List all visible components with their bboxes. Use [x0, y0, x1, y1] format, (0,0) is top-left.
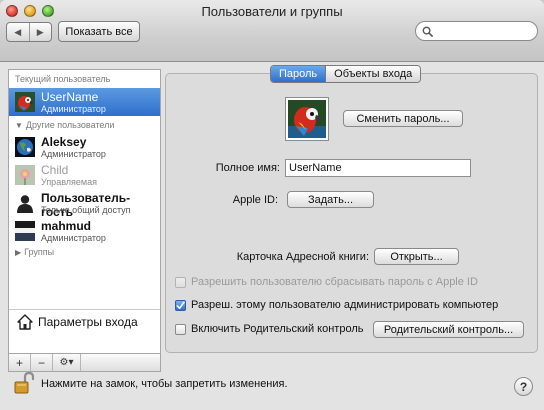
- search-field[interactable]: [415, 21, 538, 41]
- user-row-current[interactable]: UserName Администратор: [9, 88, 160, 116]
- flower-icon: [15, 165, 35, 185]
- admin-row: Разреш. этому пользователю администриров…: [175, 299, 498, 311]
- user-row-aleksey[interactable]: Aleksey Администратор: [9, 133, 160, 161]
- user-name: mahmud: [41, 219, 92, 233]
- parrot-avatar-icon: [15, 92, 35, 112]
- user-name: UserName: [41, 90, 99, 104]
- preferences-window: Пользователи и группы ◀ ▶ Показать все Т…: [0, 0, 544, 410]
- tab-password[interactable]: Пароль: [271, 66, 326, 82]
- change-password-button[interactable]: Сменить пароль...: [343, 110, 463, 127]
- search-input[interactable]: [436, 25, 536, 37]
- forward-arrow-icon[interactable]: ▶: [28, 23, 52, 41]
- login-options-item[interactable]: Параметры входа: [9, 309, 160, 333]
- back-forward-control: ◀ ▶: [6, 22, 52, 42]
- unlocked-padlock-icon[interactable]: [14, 371, 34, 395]
- user-row-mahmud[interactable]: mahmud Администратор: [9, 217, 160, 245]
- lock-message: Нажмите на замок, чтобы запретить измене…: [41, 378, 288, 390]
- other-users-header[interactable]: ▼ Другие пользователи: [15, 120, 114, 130]
- user-role: Администратор: [41, 233, 106, 243]
- user-role: Только общий доступ: [41, 205, 131, 215]
- tab-login-items[interactable]: Объекты входа: [325, 66, 421, 82]
- title-bar: Пользователи и группы ◀ ▶ Показать все: [0, 0, 544, 62]
- user-row-guest[interactable]: Пользователь-гость Только общий доступ: [9, 189, 160, 219]
- help-button[interactable]: ?: [514, 377, 533, 396]
- user-role: Администратор: [41, 104, 106, 114]
- admin-label: Разреш. этому пользователю администриров…: [191, 299, 499, 311]
- disclosure-open-icon: ▼: [15, 120, 23, 130]
- apple-id-label: Apple ID:: [232, 194, 278, 206]
- login-options-label: Параметры входа: [38, 314, 138, 329]
- sidebar-button-bar: + − ⚙▾: [8, 353, 161, 372]
- admin-checkbox[interactable]: [175, 299, 186, 311]
- user-picture[interactable]: [285, 97, 329, 141]
- user-role: Администратор: [41, 149, 106, 159]
- allow-reset-row: Разрешить пользователю сбрасывать пароль…: [175, 276, 478, 288]
- user-row-child[interactable]: Child Управляемая: [9, 161, 160, 189]
- search-icon: [422, 26, 433, 37]
- show-all-button[interactable]: Показать все: [58, 21, 140, 42]
- users-list: Текущий пользователь UserName Администра…: [8, 69, 161, 354]
- user-role: Управляемая: [41, 177, 97, 187]
- house-icon: [17, 313, 33, 330]
- parental-checkbox[interactable]: [175, 323, 186, 335]
- earth-icon: [15, 137, 35, 157]
- user-name: Aleksey: [41, 135, 87, 149]
- checkmark-icon: [176, 301, 185, 309]
- parental-label: Включить Родительский контроль: [191, 323, 364, 335]
- tab-bar: Пароль Объекты входа: [270, 65, 422, 83]
- groups-header[interactable]: ▶ Группы: [15, 247, 54, 257]
- back-arrow-icon[interactable]: ◀: [7, 23, 29, 41]
- allow-reset-label: Разрешить пользователю сбрасывать пароль…: [191, 276, 478, 288]
- allow-reset-checkbox[interactable]: [175, 276, 186, 288]
- parental-row: Включить Родительский контроль: [175, 323, 363, 335]
- full-name-field[interactable]: UserName: [285, 159, 471, 177]
- gear-icon[interactable]: ⚙▾: [53, 354, 81, 371]
- open-address-card-button[interactable]: Открыть...: [374, 248, 459, 265]
- parrot-avatar-icon: [288, 100, 326, 138]
- set-apple-id-button[interactable]: Задать...: [287, 191, 374, 208]
- disclosure-closed-icon: ▶: [15, 247, 22, 257]
- window-title: Пользователи и группы: [201, 4, 343, 19]
- add-user-button[interactable]: +: [9, 354, 31, 371]
- silhouette-icon: [17, 195, 33, 213]
- remove-user-button[interactable]: −: [31, 354, 53, 371]
- full-name-label: Полное имя:: [215, 162, 280, 174]
- user-name: Child: [41, 163, 69, 177]
- address-card-label: Карточка Адресной книги:: [236, 251, 369, 263]
- parental-controls-button[interactable]: Родительский контроль...: [373, 321, 524, 338]
- landscape-icon: [15, 221, 35, 241]
- current-user-header: Текущий пользователь: [15, 74, 111, 84]
